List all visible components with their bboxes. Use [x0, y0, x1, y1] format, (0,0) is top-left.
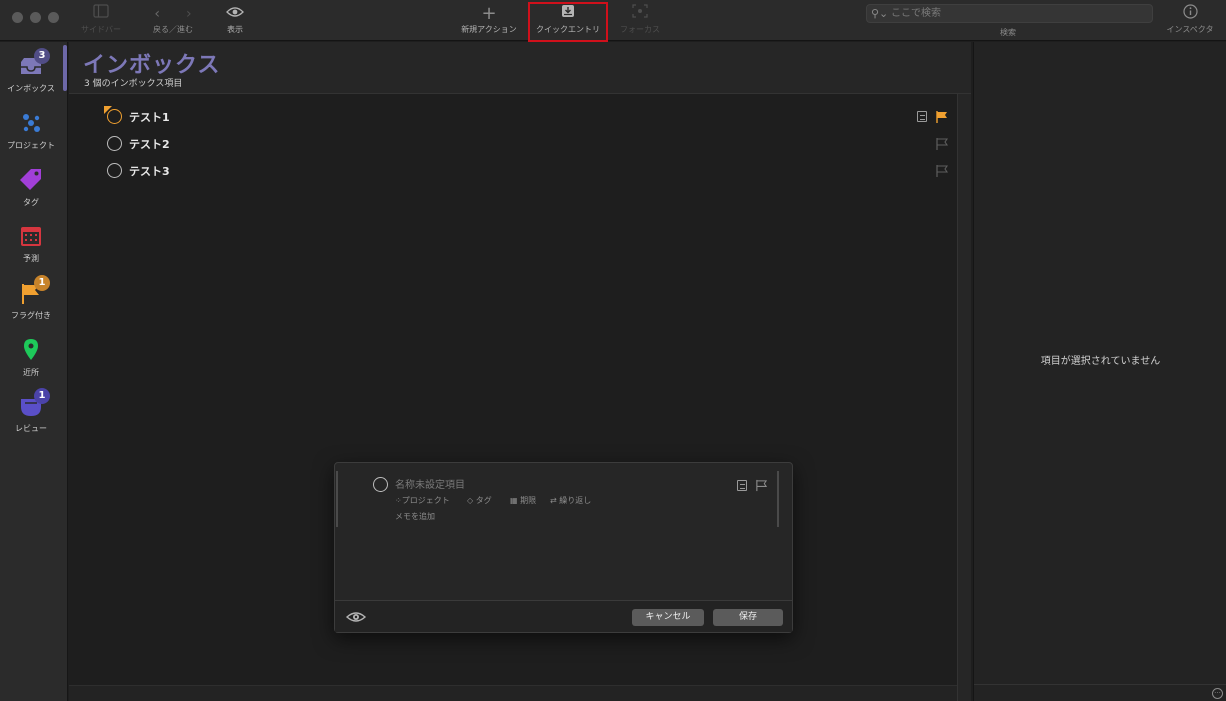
flag-outline-icon[interactable]	[935, 164, 949, 178]
eye-icon[interactable]	[345, 608, 367, 626]
vertical-scrollbar[interactable]	[957, 94, 971, 701]
repeat-field-label: 繰り返し	[559, 496, 592, 505]
page-subtitle: 3 個のインボックス項目	[84, 79, 183, 89]
tag-icon	[18, 167, 44, 193]
back-forward-label: 戻る／進む	[153, 25, 193, 34]
task-row[interactable]: テスト2	[99, 132, 949, 156]
inspector-label: インスペクタ	[1166, 25, 1214, 34]
perspective-header: インボックス 3 個のインボックス項目	[69, 42, 971, 94]
flag-corner-icon	[104, 106, 112, 114]
minimize-window-button[interactable]	[30, 12, 41, 23]
quick-entry-highlight	[528, 2, 608, 42]
sidebar-icon	[78, 4, 124, 24]
due-field[interactable]: ▦ 期限	[510, 495, 536, 506]
flag-outline-icon[interactable]	[755, 479, 768, 492]
flag-outline-icon[interactable]	[935, 137, 949, 151]
flagged-count-badge: 1	[34, 275, 50, 291]
task-checkbox[interactable]	[373, 477, 388, 492]
inspector-button[interactable]: インスペクタ	[1160, 4, 1220, 36]
sidebar-item-label: レビュー	[15, 424, 47, 433]
sidebar-item-label: インボックス	[7, 84, 55, 93]
save-button[interactable]: 保存	[713, 609, 783, 626]
item-name-input[interactable]	[395, 478, 715, 492]
chevron-left-icon[interactable]: ‹	[154, 6, 160, 22]
sidebar-active-indicator	[63, 45, 67, 91]
view-button[interactable]: 表示	[220, 4, 250, 36]
focus-label: フォーカス	[620, 25, 660, 34]
inbox-count-badge: 3	[34, 48, 50, 64]
sidebar-item-label: タグ	[23, 198, 39, 207]
sidebar-item-label: フラグ付き	[11, 311, 51, 320]
task-title[interactable]: テスト2	[129, 136, 170, 152]
forecast-icon	[18, 223, 44, 249]
sidebar-item-nearby[interactable]: 近所	[0, 329, 62, 381]
chevron-right-icon[interactable]: ›	[186, 6, 192, 22]
search-icon: ⚲⌄	[871, 7, 889, 20]
inspector-footer: ···	[974, 684, 1226, 701]
outline-bottom-bar	[69, 685, 957, 701]
sidebar-item-flagged[interactable]: 1 フラグ付き	[0, 272, 62, 324]
sidebar-item-label: 近所	[23, 368, 39, 377]
toolbar: サイドバー ‹ › 戻る／進む 表示 + 新規アクション クイックエントリ フォ…	[0, 0, 1226, 42]
sidebar-item-label: 予測	[23, 254, 39, 263]
sidebar-item-label: プロジェクト	[7, 141, 55, 150]
new-action-button[interactable]: + 新規アクション	[454, 4, 524, 36]
sidebar-item-projects[interactable]: プロジェクト	[0, 102, 62, 154]
quick-entry-footer: キャンセル 保存	[335, 600, 792, 632]
plus-icon: +	[481, 3, 497, 24]
tag-icon: ◇	[467, 496, 476, 505]
view-label: 表示	[227, 25, 243, 34]
inspector-empty-message: 項目が選択されていません	[1040, 356, 1161, 367]
sidebar-toggle-button[interactable]: サイドバー	[78, 4, 124, 36]
info-icon	[1160, 4, 1220, 24]
quick-entry-scrollbar[interactable]	[777, 471, 779, 527]
task-title[interactable]: テスト3	[129, 163, 170, 179]
tag-field[interactable]: ◇ タグ	[467, 495, 492, 506]
eye-icon	[220, 4, 250, 24]
page-title: インボックス	[83, 53, 221, 78]
back-forward-button[interactable]: ‹ › 戻る／進む	[140, 4, 206, 36]
due-field-label: 期限	[520, 496, 537, 505]
task-row[interactable]: テスト1	[99, 105, 949, 129]
location-pin-icon	[18, 337, 44, 363]
search-input[interactable]	[891, 6, 1141, 21]
task-title[interactable]: テスト1	[129, 109, 170, 125]
search-label: 検索	[1000, 28, 1016, 37]
zoom-window-button[interactable]	[48, 12, 59, 23]
quick-entry-left-edge	[336, 471, 338, 527]
close-window-button[interactable]	[12, 12, 23, 23]
omnifocus-window: サイドバー ‹ › 戻る／進む 表示 + 新規アクション クイックエントリ フォ…	[0, 0, 1226, 701]
project-field-label: プロジェクト	[401, 496, 450, 505]
calendar-icon: ▦	[510, 496, 521, 505]
sidebar-item-tags[interactable]: タグ	[0, 159, 62, 211]
tag-field-label: タグ	[475, 496, 492, 505]
sidebar: 3 インボックス プロジェクト タグ 予測 1 フラグ付き 近所 1 レビュー	[0, 42, 68, 701]
repeat-icon: ⇄	[550, 496, 560, 505]
sidebar-toggle-label: サイドバー	[81, 25, 121, 34]
focus-button[interactable]: フォーカス	[614, 4, 666, 36]
projects-icon	[18, 110, 44, 136]
projects-icon: ⁘	[395, 496, 402, 505]
sidebar-item-review[interactable]: 1 レビュー	[0, 385, 62, 437]
sidebar-item-inbox[interactable]: 3 インボックス	[0, 45, 62, 97]
sidebar-item-forecast[interactable]: 予測	[0, 215, 62, 267]
inspector-panel: 項目が選択されていません ···	[973, 42, 1226, 701]
task-checkbox[interactable]	[107, 136, 122, 151]
task-checkbox[interactable]	[107, 163, 122, 178]
search-field[interactable]: ⚲⌄	[866, 4, 1153, 23]
more-options-icon[interactable]: ···	[1212, 688, 1223, 699]
add-memo-field[interactable]: メモを追加	[395, 511, 435, 522]
quick-entry-panel: ⁘プロジェクト ◇ タグ ▦ 期限 ⇄ 繰り返し メモを追加 キャンセル 保存	[334, 462, 793, 633]
project-field[interactable]: ⁘プロジェクト	[395, 495, 450, 506]
review-count-badge: 1	[34, 388, 50, 404]
flag-icon[interactable]	[935, 110, 949, 124]
note-icon[interactable]	[737, 480, 747, 491]
note-icon[interactable]	[917, 111, 927, 122]
new-action-label: 新規アクション	[461, 25, 517, 34]
repeat-field[interactable]: ⇄ 繰り返し	[550, 495, 591, 506]
cancel-button[interactable]: キャンセル	[632, 609, 704, 626]
focus-icon	[614, 4, 666, 24]
task-row[interactable]: テスト3	[99, 159, 949, 183]
